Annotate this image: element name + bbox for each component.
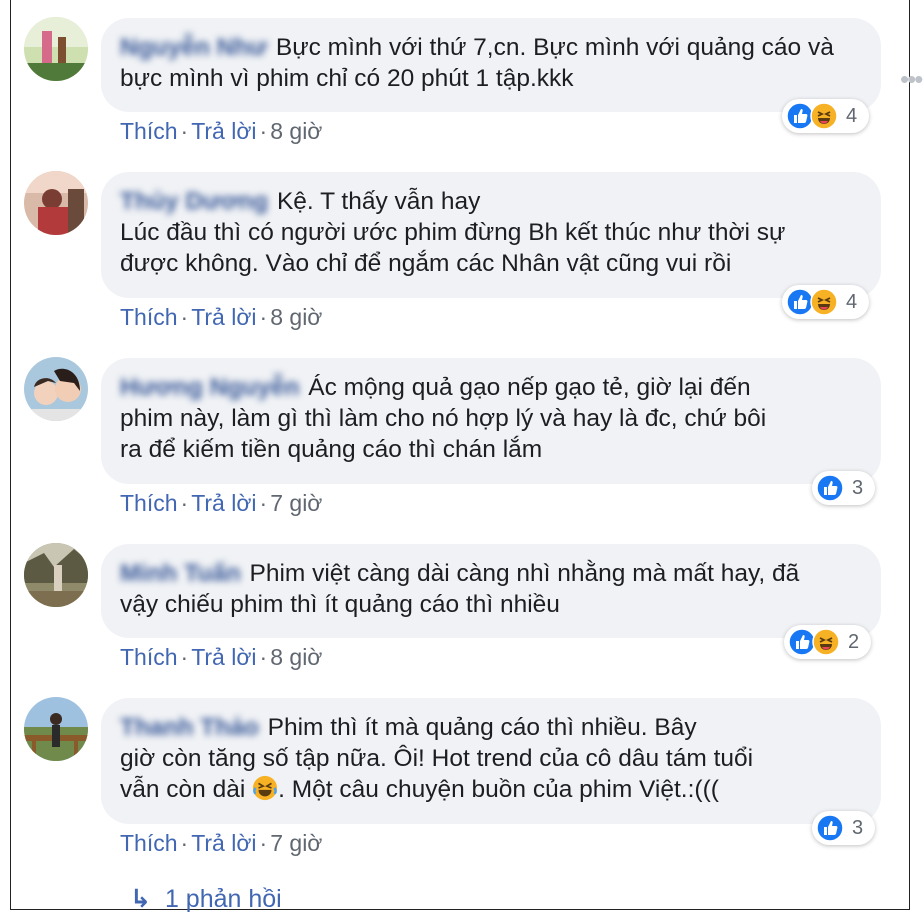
avatar[interactable] — [24, 543, 88, 607]
avatar[interactable] — [24, 17, 88, 81]
comment-author[interactable]: Minh Tuấn — [120, 560, 241, 587]
reaction-count: 3 — [852, 816, 864, 839]
like-button[interactable]: Thích — [120, 644, 178, 670]
comment-text: ra để kiếm tiền quảng cáo thì chán lắm — [120, 436, 543, 463]
like-button[interactable]: Thích — [120, 830, 178, 856]
view-replies-link[interactable]: ↳ 1 phản hồi — [130, 884, 282, 914]
avatar[interactable] — [24, 357, 88, 421]
comment-author[interactable]: Nguyễn Như — [120, 34, 267, 61]
avatar[interactable] — [24, 171, 88, 235]
comment-actions: Thích · Trả lời · 7 giờ — [120, 490, 322, 517]
comment-text: được không. Vào chỉ để ngắm các Nhân vật… — [120, 250, 732, 277]
like-button[interactable]: Thích — [120, 304, 178, 330]
like-icon — [816, 814, 844, 842]
reply-button[interactable]: Trả lời — [191, 644, 256, 670]
comment-text: phim này, làm gì thì làm cho nó hợp lý v… — [120, 405, 767, 432]
reaction-summary[interactable]: 2 — [784, 625, 872, 659]
haha-icon — [810, 102, 838, 130]
reaction-count: 4 — [846, 104, 858, 127]
comment-text: Lúc đầu thì có người ước phim đừng Bh kế… — [120, 219, 786, 246]
haha-icon — [810, 288, 838, 316]
separator-dot: · — [180, 490, 189, 516]
comment-text: . Một câu chuyện buồn của phim Việt.:((( — [278, 776, 719, 803]
comment-bubble: Thanh Thảo Phim thì ít mà quảng cáo thì … — [101, 698, 881, 824]
reaction-summary[interactable]: 3 — [812, 471, 876, 505]
separator-dot: · — [259, 304, 268, 330]
reaction-summary[interactable]: 4 — [782, 99, 870, 133]
comment-actions: Thích · Trả lời · 8 giờ — [120, 304, 322, 331]
comment-text: bực mình vì phim chỉ có 20 phút 1 tập.kk… — [120, 65, 574, 92]
haha-icon — [812, 628, 840, 656]
comment-text: Bực mình với thứ 7,cn. Bực mình với quản… — [275, 34, 834, 61]
comment-timestamp[interactable]: 8 giờ — [270, 304, 322, 330]
comment-timestamp[interactable]: 7 giờ — [270, 830, 322, 856]
separator-dot: · — [180, 118, 189, 144]
comment-bubble: Nguyễn Như Bực mình với thứ 7,cn. Bực mì… — [101, 18, 881, 112]
comment-actions: Thích · Trả lời · 7 giờ — [120, 830, 322, 857]
comment-bubble: Thủy Dương Kệ. T thấy vẫn hay Lúc đầu th… — [101, 172, 881, 298]
avatar[interactable] — [24, 697, 88, 761]
comment-author[interactable]: Thanh Thảo — [120, 714, 259, 741]
comment-text: vậy chiếu phim thì ít quảng cáo thì nhiề… — [120, 591, 560, 618]
comment-timestamp[interactable]: 8 giờ — [270, 644, 322, 670]
reply-button[interactable]: Trả lời — [191, 490, 256, 516]
reply-arrow-icon: ↳ — [130, 885, 151, 913]
comment-text: Kệ. T thấy vẫn hay — [276, 188, 481, 215]
comment-bubble: Minh Tuấn Phim việt càng dài càng nhì nh… — [101, 544, 881, 638]
comment-text: vẫn còn dài — [120, 776, 246, 803]
separator-dot: · — [180, 644, 189, 670]
comment-text: Phim thì ít mà quảng cáo thì nhiều. Bây — [267, 714, 697, 741]
separator-dot: · — [259, 118, 268, 144]
reaction-summary[interactable]: 3 — [812, 811, 876, 845]
separator-dot: · — [180, 304, 189, 330]
comment-bubble: Hương Nguyễn Ác mộng quả gạo nếp gạo tẻ,… — [101, 358, 881, 484]
separator-dot: · — [259, 490, 268, 516]
more-options-icon[interactable]: ••• — [900, 64, 923, 95]
comment-timestamp[interactable]: 7 giờ — [270, 490, 322, 516]
reply-button[interactable]: Trả lời — [191, 830, 256, 856]
reaction-count: 3 — [852, 476, 864, 499]
reply-button[interactable]: Trả lời — [191, 118, 256, 144]
comment-actions: Thích · Trả lời · 8 giờ — [120, 118, 322, 145]
like-button[interactable]: Thích — [120, 490, 178, 516]
reaction-count: 4 — [846, 290, 858, 313]
comment-author[interactable]: Thủy Dương — [120, 188, 268, 215]
comment-text: Phim việt càng dài càng nhì nhằng mà mất… — [249, 560, 800, 587]
reply-button[interactable]: Trả lời — [191, 304, 256, 330]
separator-dot: · — [180, 830, 189, 856]
comment-timestamp[interactable]: 8 giờ — [270, 118, 322, 144]
comment-author[interactable]: Hương Nguyễn — [120, 374, 299, 401]
reaction-count: 2 — [848, 630, 860, 653]
separator-dot: · — [259, 830, 268, 856]
rofl-emoji — [252, 775, 278, 803]
like-button[interactable]: Thích — [120, 118, 178, 144]
reaction-summary[interactable]: 4 — [782, 285, 870, 319]
comment-text: giờ còn tăng số tập nữa. Ôi! Hot trend c… — [120, 745, 754, 772]
comment-actions: Thích · Trả lời · 8 giờ — [120, 644, 322, 671]
comment-text: Ác mộng quả gạo nếp gạo tẻ, giờ lại đến — [308, 374, 751, 401]
separator-dot: · — [259, 644, 268, 670]
view-replies-label[interactable]: 1 phản hồi — [165, 885, 282, 913]
like-icon — [816, 474, 844, 502]
